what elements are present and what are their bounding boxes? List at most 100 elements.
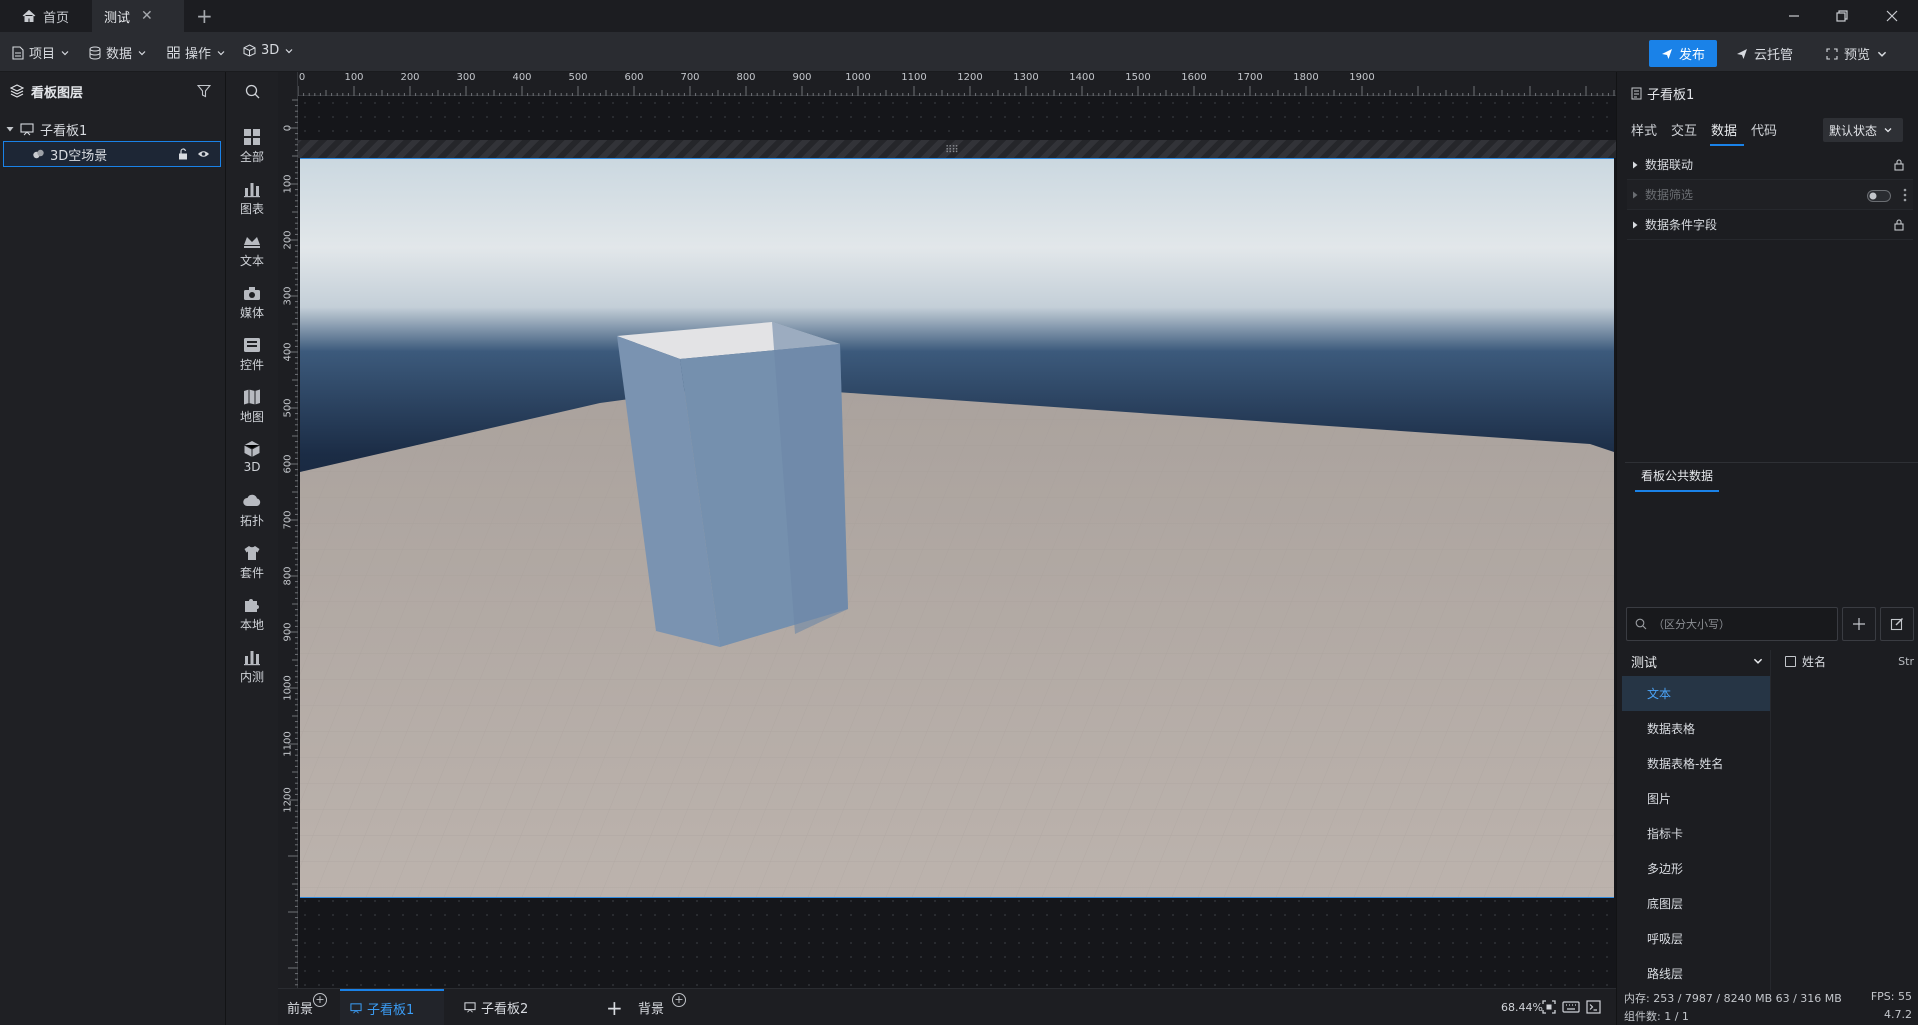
preview-button[interactable]: 预览: [1826, 44, 1888, 63]
camera-icon: [244, 287, 260, 300]
data-item[interactable]: 文本: [1622, 676, 1770, 711]
ruler-top-label: 600: [624, 72, 644, 83]
menu-project[interactable]: 项目: [12, 43, 70, 62]
unlock-icon[interactable]: [177, 148, 189, 160]
component-chart[interactable]: 图表: [226, 180, 278, 232]
ruler-top-label: 1300: [1013, 72, 1039, 83]
minimize-icon[interactable]: [1784, 6, 1804, 26]
tab-test[interactable]: 测试 ✕: [92, 0, 184, 32]
scene-board-1[interactable]: 子看板1: [340, 989, 444, 1025]
ruler-top-label: 1800: [1293, 72, 1319, 83]
ruler-top-label: 1900: [1349, 72, 1375, 83]
caret-right-icon: [1633, 191, 1638, 198]
cloud-hosting-button[interactable]: 云托管: [1736, 44, 1793, 63]
menu-3d[interactable]: 3D: [243, 43, 294, 58]
tab-interaction[interactable]: 交互: [1671, 120, 1697, 139]
component-text[interactable]: 文本: [226, 232, 278, 284]
menu-data[interactable]: 数据: [89, 43, 147, 62]
state-select-value: 默认状态: [1829, 123, 1878, 138]
tab-code[interactable]: 代码: [1751, 120, 1777, 139]
component-local[interactable]: 本地: [226, 596, 278, 648]
field-row[interactable]: 姓名: [1785, 653, 1826, 670]
add-data-button[interactable]: [1842, 607, 1876, 641]
component-media[interactable]: 媒体: [226, 284, 278, 336]
layer-row-3d-scene[interactable]: 3D空场景: [3, 141, 221, 167]
search-input[interactable]: [1653, 617, 1823, 631]
fit-screen-icon[interactable]: [1542, 1000, 1556, 1014]
field-checkbox[interactable]: [1785, 656, 1796, 667]
component-all[interactable]: 全部: [226, 128, 278, 180]
tab-style[interactable]: 样式: [1631, 120, 1657, 139]
ruler-top-label: 500: [568, 72, 588, 83]
close-icon[interactable]: ✕: [141, 8, 153, 24]
ruler-left[interactable]: 0 100 200 300 400 500 600 700 800 900 1000 1100 1200: [278, 72, 298, 988]
more-vertical-icon[interactable]: [1903, 188, 1907, 202]
keyboard-icon[interactable]: [1562, 1000, 1580, 1014]
ruler-top-label: 0: [298, 72, 306, 83]
restore-icon[interactable]: [1832, 6, 1852, 26]
component-beta[interactable]: 内测: [226, 648, 278, 700]
row-data-linkage[interactable]: 数据联动: [1627, 150, 1913, 180]
ruler-top-label: 1400: [1069, 72, 1095, 83]
scene-board-2[interactable]: 子看板2: [464, 989, 528, 1025]
add-board-icon[interactable]: +: [606, 989, 623, 1025]
add-front-icon[interactable]: +: [313, 993, 327, 1007]
home-icon: [22, 9, 36, 22]
row-data-filter-label: 数据筛选: [1645, 188, 1694, 202]
component-label: 内测: [239, 670, 264, 684]
chevron-down-icon: [217, 50, 225, 55]
menu-operation[interactable]: 操作: [167, 43, 226, 62]
ruler-left-label: 400: [282, 342, 294, 362]
publish-button[interactable]: 发布: [1649, 40, 1717, 67]
lock-icon[interactable]: [1893, 158, 1905, 171]
data-item[interactable]: 数据表格: [1622, 711, 1770, 746]
component-control[interactable]: 控件: [226, 336, 278, 388]
component-map[interactable]: 地图: [226, 388, 278, 440]
shirt-icon: [244, 546, 260, 560]
grid-icon: [244, 129, 260, 145]
add-background-icon[interactable]: +: [672, 993, 686, 1007]
row-data-condition-fields[interactable]: 数据条件字段: [1627, 210, 1913, 240]
tab-public-data[interactable]: 看板公共数据: [1635, 467, 1719, 492]
lock-icon[interactable]: [1893, 218, 1905, 231]
component-label: 控件: [239, 358, 264, 372]
toggle-icon[interactable]: [1867, 190, 1891, 202]
data-item[interactable]: 路线层: [1622, 956, 1770, 991]
data-item[interactable]: 底图层: [1622, 886, 1770, 921]
layer-row-board[interactable]: 子看板1: [0, 116, 226, 142]
data-item[interactable]: 图片: [1622, 781, 1770, 816]
scene-front[interactable]: 前景: [287, 989, 313, 1025]
eye-icon[interactable]: [197, 148, 210, 160]
tab-data[interactable]: 数据: [1711, 120, 1737, 139]
ruler-left-label: 1000: [282, 675, 294, 701]
board-icon: [350, 1003, 362, 1014]
data-item[interactable]: 指标卡: [1622, 816, 1770, 851]
3d-viewport[interactable]: [300, 158, 1614, 898]
data-item[interactable]: 呼吸层: [1622, 921, 1770, 956]
state-select[interactable]: 默认状态: [1823, 118, 1903, 142]
row-data-filter[interactable]: 数据筛选: [1627, 180, 1913, 210]
component-suite[interactable]: 套件: [226, 544, 278, 596]
data-group-test[interactable]: 测试: [1622, 650, 1770, 672]
drag-handle-icon[interactable]: ⠿⠿: [945, 145, 959, 156]
search-icon[interactable]: [226, 84, 278, 106]
terminal-icon[interactable]: [1586, 1000, 1601, 1014]
data-item[interactable]: 多边形: [1622, 851, 1770, 886]
tab-home[interactable]: 首页: [10, 0, 92, 32]
scene-background[interactable]: 背景: [638, 989, 664, 1025]
version-label: 4.7.2: [1884, 1008, 1912, 1021]
filter-icon[interactable]: [197, 84, 211, 98]
ruler-top[interactable]: 0 100 200 300 400 500 600 700 800 900 1000 1100 1200…: [298, 72, 1616, 96]
component-3d[interactable]: 3D: [226, 440, 278, 492]
layers-panel: 看板图层 子看板1 3D空场景: [0, 72, 226, 1025]
component-topology[interactable]: 拓扑: [226, 492, 278, 544]
ruler-left-label: 700: [282, 510, 294, 530]
caret-right-icon: [1633, 161, 1638, 168]
window-close-icon[interactable]: [1882, 6, 1902, 26]
edit-data-button[interactable]: [1880, 607, 1914, 641]
add-tab-icon[interactable]: +: [196, 5, 213, 27]
data-item[interactable]: 数据表格-姓名: [1622, 746, 1770, 781]
document-icon: [1631, 87, 1642, 100]
floor-grid: [300, 385, 1614, 897]
public-data-search[interactable]: [1626, 607, 1838, 641]
